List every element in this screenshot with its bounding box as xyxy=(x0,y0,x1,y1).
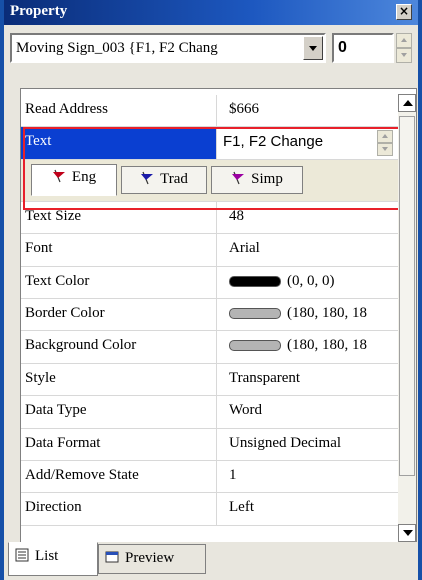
property-grid: Read Address $666 Text F1, F2 Change Eng… xyxy=(20,88,417,544)
property-row-read-address[interactable]: Read Address $666 xyxy=(21,95,399,128)
property-label: Text xyxy=(21,127,217,159)
property-row-background-color[interactable]: Background Color (180, 180, 18 xyxy=(21,331,399,364)
property-label: Text Color xyxy=(21,266,217,298)
object-selector-dropdown[interactable]: Moving Sign_003 {F1, F2 Chang xyxy=(10,33,326,63)
color-swatch xyxy=(229,275,281,287)
text-value-field[interactable]: F1, F2 Change xyxy=(217,127,399,158)
list-icon xyxy=(15,548,29,562)
property-window: Property × Moving Sign_003 {F1, F2 Chang… xyxy=(0,0,422,580)
close-button[interactable]: × xyxy=(396,4,412,20)
property-row-font[interactable]: Font Arial xyxy=(21,234,399,267)
property-row-data-type[interactable]: Data Type Word xyxy=(21,396,399,429)
preview-icon xyxy=(105,550,119,564)
dropdown-button[interactable] xyxy=(303,36,323,60)
property-value[interactable]: Unsigned Decimal xyxy=(217,429,399,460)
arrow-up-icon xyxy=(401,38,407,42)
property-label: Style xyxy=(21,363,217,396)
property-value[interactable]: Transparent xyxy=(217,364,399,395)
property-label: Data Type xyxy=(21,396,217,428)
text-scroll-down-button[interactable] xyxy=(377,143,393,157)
tab-simp[interactable]: Simp xyxy=(211,165,303,194)
color-swatch xyxy=(229,308,281,320)
property-value[interactable]: Arial xyxy=(217,234,399,265)
index-field[interactable]: 0 xyxy=(332,33,394,63)
property-label: Background Color xyxy=(21,331,217,363)
property-row-data-format[interactable]: Data Format Unsigned Decimal xyxy=(21,428,399,461)
property-label: Font xyxy=(21,234,217,266)
property-label: Add/Remove State xyxy=(21,460,217,493)
property-row-text[interactable]: Text F1, F2 Change xyxy=(21,127,399,160)
tab-trad[interactable]: Trad xyxy=(121,165,207,194)
language-tabs: Eng Trad Simp xyxy=(21,159,399,202)
property-row-border-color[interactable]: Border Color (180, 180, 18 xyxy=(21,298,399,332)
index-stepper[interactable] xyxy=(396,33,412,63)
property-label: Text Size xyxy=(21,201,217,234)
flag-icon xyxy=(52,169,66,183)
text-scroll-up-button[interactable] xyxy=(377,130,393,144)
property-row-style[interactable]: Style Transparent xyxy=(21,363,399,397)
property-row-text-color[interactable]: Text Color (0, 0, 0) xyxy=(21,266,399,299)
arrow-up-icon xyxy=(403,100,413,106)
tab-label: Trad xyxy=(160,170,188,187)
property-value[interactable]: (180, 180, 18 xyxy=(217,299,399,330)
color-value: (180, 180, 18 xyxy=(287,304,367,321)
property-value[interactable]: Left xyxy=(217,493,399,524)
tab-label: Simp xyxy=(251,170,283,187)
property-value[interactable]: 48 xyxy=(217,202,399,233)
tab-preview[interactable]: Preview xyxy=(98,544,206,574)
tab-label: Eng xyxy=(71,168,97,185)
property-value[interactable]: Word xyxy=(217,396,399,427)
property-value[interactable]: (180, 180, 18 xyxy=(217,331,399,362)
property-list: Read Address $666 Text F1, F2 Change Eng… xyxy=(21,95,399,526)
arrow-up-icon xyxy=(382,134,388,139)
property-label: Data Format xyxy=(21,428,217,460)
property-row-direction[interactable]: Direction Left xyxy=(21,493,399,526)
scroll-thumb[interactable] xyxy=(399,116,415,476)
scroll-up-button[interactable] xyxy=(398,94,416,112)
color-value: (0, 0, 0) xyxy=(287,272,335,289)
property-row-text-size[interactable]: Text Size 48 xyxy=(21,201,399,235)
property-row-add-remove-state[interactable]: Add/Remove State 1 xyxy=(21,460,399,494)
property-value[interactable]: (0, 0, 0) xyxy=(217,267,399,298)
index-increment-button[interactable] xyxy=(396,33,412,48)
flag-icon xyxy=(231,171,245,185)
property-label: Read Address xyxy=(21,95,217,127)
property-value[interactable]: $666 xyxy=(217,95,399,126)
property-value[interactable]: 1 xyxy=(217,461,399,492)
arrow-down-icon xyxy=(401,53,407,57)
tab-list[interactable]: List xyxy=(8,542,98,576)
window-title: Property xyxy=(10,3,68,19)
object-toolbar: Moving Sign_003 {F1, F2 Chang 0 xyxy=(4,25,418,89)
arrow-down-icon xyxy=(382,147,388,152)
color-value: (180, 180, 18 xyxy=(287,337,367,354)
tab-label: List xyxy=(35,548,59,564)
property-label: Border Color xyxy=(21,298,217,331)
property-label: Direction xyxy=(21,493,217,525)
object-selector-value: Moving Sign_003 {F1, F2 Chang xyxy=(16,40,218,56)
tab-label: Preview xyxy=(125,550,175,566)
title-bar[interactable]: Property × xyxy=(4,0,418,25)
arrow-down-icon xyxy=(403,530,413,536)
tab-eng[interactable]: Eng xyxy=(31,163,117,196)
chevron-down-icon xyxy=(309,46,317,51)
color-swatch xyxy=(229,340,281,352)
close-icon: × xyxy=(398,4,410,18)
index-value: 0 xyxy=(338,39,347,56)
flag-icon xyxy=(140,171,154,185)
scroll-down-button[interactable] xyxy=(398,524,416,542)
view-tabs: List Preview xyxy=(4,542,418,580)
vertical-scrollbar[interactable] xyxy=(398,94,416,542)
index-decrement-button[interactable] xyxy=(396,48,412,63)
text-value-stepper[interactable] xyxy=(377,130,393,157)
